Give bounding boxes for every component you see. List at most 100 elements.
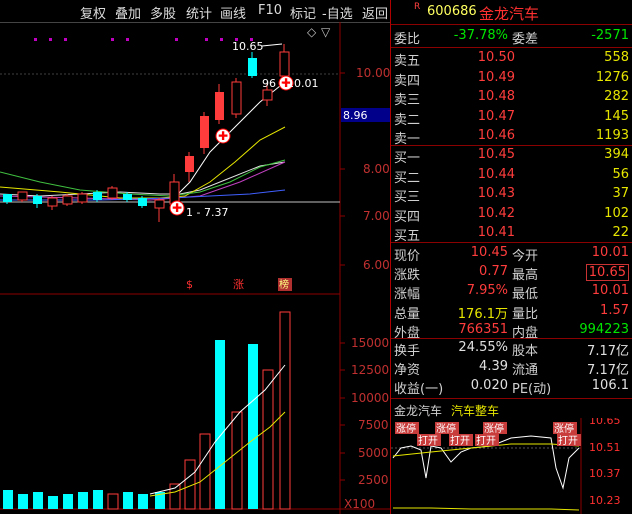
bids-level-row[interactable]: 买三 10.43 37 [391, 185, 632, 205]
bids-level-label: 买一 [394, 151, 421, 166]
asks-level-row[interactable]: 卖一 10.46 1193 [391, 127, 632, 147]
limit-tag-label: 打开 [450, 434, 470, 447]
multi-stock-button[interactable]: 多股 [150, 3, 176, 22]
stat-label: 最高 [512, 268, 539, 284]
asks-level-row[interactable]: 卖五 10.50 558 [391, 49, 632, 69]
volume-bar [33, 492, 43, 509]
triangle-icon[interactable]: ▽ [321, 25, 331, 39]
bids-level-label: 买四 [394, 209, 421, 225]
stock-code: 600686 [427, 4, 477, 19]
stat-value: 7.17亿 [587, 344, 629, 359]
stat-row: 总量 176.1万 量比 1.57 [391, 302, 632, 322]
stat-label: 流通 [512, 363, 539, 379]
bids-level-row[interactable]: 买五 10.41 22 [391, 224, 632, 244]
stat-value: 994223 [579, 321, 629, 337]
candle-body [231, 81, 242, 115]
intraday-mini-chart[interactable]: 涨停 涨停 涨停 涨停打开 打开 打开 打开 10.65 10.51 10.37 10.23 [391, 418, 632, 514]
kline-chart[interactable]: 10.00 8.00 7.00 6.00 8.96 10.65 ◇ ▽ ✚ 96… [0, 22, 390, 514]
current-price-value: 8.96 [343, 109, 368, 122]
stat-label: 今开 [512, 249, 539, 264]
stat-value: 0.020 [470, 378, 508, 394]
asks-level-row[interactable]: 卖三 10.48 282 [391, 88, 632, 108]
f10-button[interactable]: F10 [258, 3, 282, 18]
candle-body [262, 89, 273, 101]
bids-level-row[interactable]: 买一 10.45 394 [391, 146, 632, 166]
mini-tick-4: 10.23 [589, 494, 621, 507]
intraday-volume-baseline [393, 507, 580, 511]
candle-body [17, 191, 28, 201]
stat-value: 24.55% [458, 340, 508, 355]
stat-label: 总量 [394, 306, 421, 322]
margin-badge: R [414, 2, 421, 12]
volume-bar [215, 340, 225, 509]
candle-body [215, 92, 224, 120]
high-annotation: 10.65 [232, 40, 264, 53]
diamond-icon[interactable]: ◇ [307, 25, 317, 39]
overlay-button[interactable]: 叠加 [115, 3, 141, 22]
stat-value: 10.65 [585, 264, 629, 282]
candle-body [33, 196, 42, 204]
restore-rights-button[interactable]: 复权 [80, 3, 106, 22]
limit-tag-label: 打开 [558, 434, 578, 447]
volume-bar [123, 492, 133, 509]
limit-tag-label: 涨停 [396, 422, 416, 435]
signal-dots [34, 38, 253, 41]
volume-bar [18, 494, 28, 509]
volume-bar [93, 490, 103, 509]
stat-row: 换手 24.55% 股本 7.17亿 [391, 339, 632, 359]
asks-level-label: 卖二 [394, 112, 421, 128]
bids-level-row[interactable]: 买四 10.42 102 [391, 205, 632, 225]
asks-level-row[interactable]: 卖二 10.47 145 [391, 108, 632, 128]
quote-panel: R 600686 金龙汽车 委比 -37.78% 委差 -2571 卖五 10.5… [390, 0, 632, 514]
stat-label: 收益(一) [394, 382, 444, 398]
limit-tag-label: 打开 [476, 434, 496, 447]
candle-body [248, 58, 257, 76]
stat-label: 最低 [512, 287, 539, 303]
asks-level-row[interactable]: 卖四 10.49 1276 [391, 69, 632, 89]
mark-button[interactable]: 标记 [290, 3, 316, 22]
asks-level-volume: 145 [604, 108, 629, 124]
asks-level-label: 卖五 [394, 54, 421, 69]
candle-body [154, 199, 165, 209]
limit-tag-label: 涨停 [436, 422, 456, 435]
svg-text:✚: ✚ [218, 129, 228, 143]
bids-level-price: 10.41 [477, 225, 515, 240]
bids-level-volume: 56 [612, 166, 629, 182]
candle-body [3, 194, 12, 202]
toolbar: 复权 叠加 多股 统计 画线 F10 标记 -自选 返回 [0, 0, 390, 23]
draw-line-button[interactable]: 画线 [220, 3, 246, 22]
limit-tag-label: 涨停 [484, 422, 504, 435]
order-ratio-row: 委比 -37.78% 委差 -2571 [391, 27, 632, 47]
remove-watchlist-button[interactable]: -自选 [322, 3, 353, 22]
volume-bar [48, 496, 58, 509]
vol-tick-2500: 2500 [358, 473, 389, 487]
stat-label: 净资 [394, 363, 421, 379]
bids-level-row[interactable]: 买二 10.44 56 [391, 166, 632, 186]
stock-header: R 600686 金龙汽车 [391, 2, 632, 23]
event-marker-dollar: $ [186, 278, 193, 291]
bids-level-volume: 394 [604, 147, 629, 162]
candle-body [77, 193, 88, 203]
stat-value: 10.45 [470, 245, 508, 260]
stat-row: 涨跌 0.77 最高 10.65 [391, 263, 632, 284]
stat-label: PE(动) [512, 382, 552, 398]
mini-chart-name: 金龙汽车 [394, 404, 443, 418]
volume-bar [138, 494, 148, 509]
stat-label: 涨幅 [394, 287, 421, 303]
order-ratio-label: 委比 [394, 32, 421, 47]
order-ratio-value: -37.78% [453, 28, 508, 43]
stat-label: 股本 [512, 344, 539, 359]
low-annotation: 1 - 7.37 [186, 206, 228, 219]
asks-level-price: 10.46 [477, 128, 515, 143]
volume-bar [63, 494, 73, 509]
statistics-button[interactable]: 统计 [186, 3, 212, 22]
asks-level-price: 10.47 [477, 108, 515, 124]
back-button[interactable]: 返回 [362, 3, 388, 22]
mini-chart-sector[interactable]: 汽车整车 [451, 402, 499, 419]
bids-level-volume: 22 [612, 225, 629, 240]
mini-tick-2: 10.51 [589, 441, 621, 454]
bids-level-price: 10.43 [477, 186, 515, 201]
stat-value: 0.77 [479, 264, 508, 280]
stat-value: 176.1万 [457, 306, 508, 322]
vol-tick-7500: 7500 [358, 418, 389, 432]
